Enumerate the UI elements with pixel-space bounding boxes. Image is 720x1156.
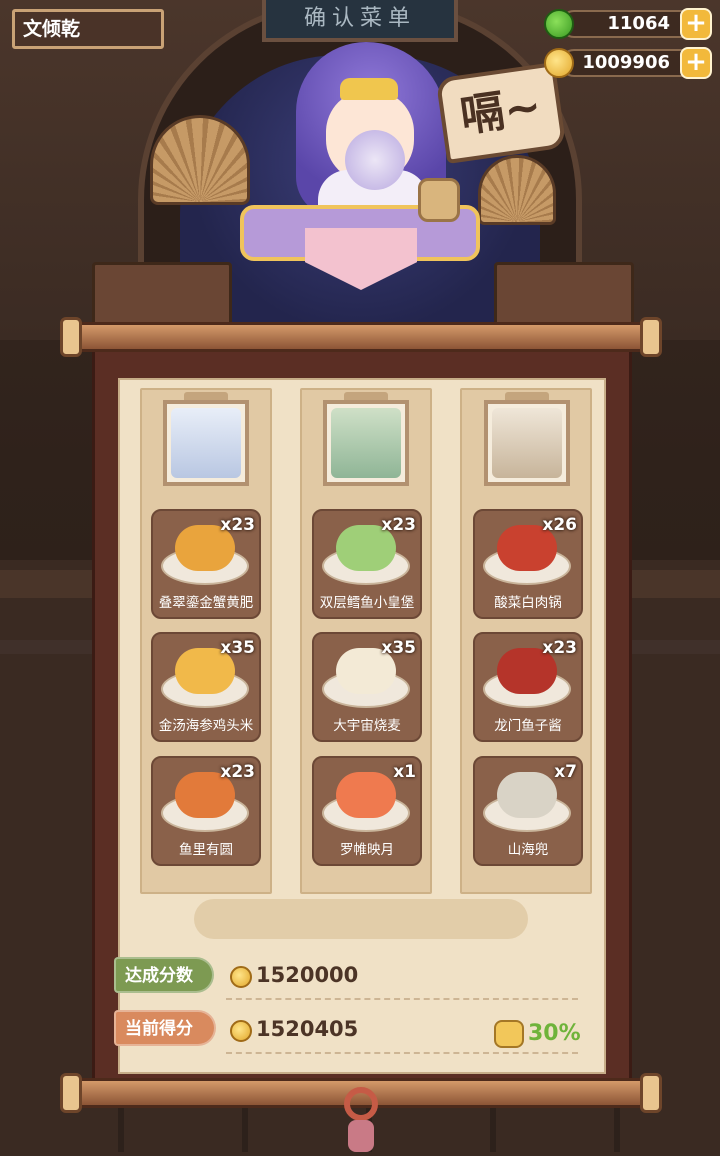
steamer-icon — [418, 178, 460, 222]
dish-count: x35 — [381, 638, 416, 658]
guest-portrait-2[interactable] — [323, 400, 409, 486]
scroll-rod-cap — [60, 1073, 82, 1113]
dish-name: 酸菜白肉锅 — [494, 595, 562, 611]
dish-count: x26 — [542, 515, 577, 535]
dish-count: x23 — [542, 638, 577, 658]
dish-card[interactable]: x1 罗帷映月 — [312, 756, 422, 866]
dish-count: x23 — [220, 762, 255, 782]
confirm-menu-sign: 确认菜单 — [262, 0, 458, 42]
dish-name: 金汤海参鸡头米 — [158, 718, 254, 734]
current-score-value: 1520405 — [256, 1017, 359, 1041]
dish-name: 鱼里有圆 — [179, 842, 233, 858]
dish-name: 罗帷映月 — [340, 842, 394, 858]
scroll-rod-cap — [640, 317, 662, 357]
dish-card[interactable]: x23 双层鳕鱼小皇堡 — [312, 509, 422, 619]
scroll-rod-top — [72, 322, 650, 352]
dish-name: 龙门鱼子酱 — [494, 718, 562, 734]
coin-amount: 1009906 — [582, 52, 670, 73]
dish-count: x23 — [381, 515, 416, 535]
coin-icon — [230, 966, 252, 988]
divider — [226, 998, 578, 1000]
dish-card[interactable]: x23 龙门鱼子酱 — [473, 632, 583, 742]
character-speech-bubble: 嗝~ — [435, 62, 567, 164]
fan-decoration — [150, 115, 250, 205]
character-crown — [340, 78, 398, 100]
dish-card[interactable]: x7 山海兜 — [473, 756, 583, 866]
dish-name: 双层鳕鱼小皇堡 — [319, 595, 415, 611]
bonus-percent: 30% — [528, 1021, 581, 1046]
dish-count: x1 — [393, 762, 416, 782]
dish-card[interactable]: x23 鱼里有圆 — [151, 756, 261, 866]
scroll-rod-cap — [640, 1073, 662, 1113]
jade-amount: 11064 — [607, 13, 670, 34]
bonus-icon — [494, 1020, 524, 1048]
guest-portrait-1[interactable] — [163, 400, 249, 486]
dish-count: x7 — [554, 762, 577, 782]
current-score-label: 当前得分 — [114, 1010, 216, 1046]
dish-name: 山海兜 — [507, 842, 549, 858]
dish-card[interactable]: x35 金汤海参鸡头米 — [151, 632, 261, 742]
coin-icon — [544, 48, 574, 78]
fan-decoration — [478, 155, 556, 225]
tassel-ornament — [326, 1080, 396, 1152]
dish-count: x23 — [220, 515, 255, 535]
dish-name: 大宇宙烧麦 — [333, 718, 401, 734]
progress-bar-empty — [194, 899, 528, 939]
add-jade-button[interactable]: + — [680, 8, 712, 40]
target-score-label: 达成分数 — [114, 957, 214, 993]
player-name: 文倾乾 — [12, 9, 164, 49]
target-score-value: 1520000 — [256, 963, 359, 987]
divider — [226, 1052, 578, 1054]
feather-fan-icon — [345, 130, 405, 190]
dish-card[interactable]: x26 酸菜白肉锅 — [473, 509, 583, 619]
dish-count: x35 — [220, 638, 255, 658]
dish-name: 叠翠鎏金蟹黄肥 — [158, 595, 254, 611]
scroll-rod-cap — [60, 317, 82, 357]
coin-icon — [230, 1020, 252, 1042]
jade-icon — [544, 9, 574, 39]
dish-card[interactable]: x35 大宇宙烧麦 — [312, 632, 422, 742]
dish-card[interactable]: x23 叠翠鎏金蟹黄肥 — [151, 509, 261, 619]
guest-portrait-3[interactable] — [484, 400, 570, 486]
add-coins-button[interactable]: + — [680, 47, 712, 79]
